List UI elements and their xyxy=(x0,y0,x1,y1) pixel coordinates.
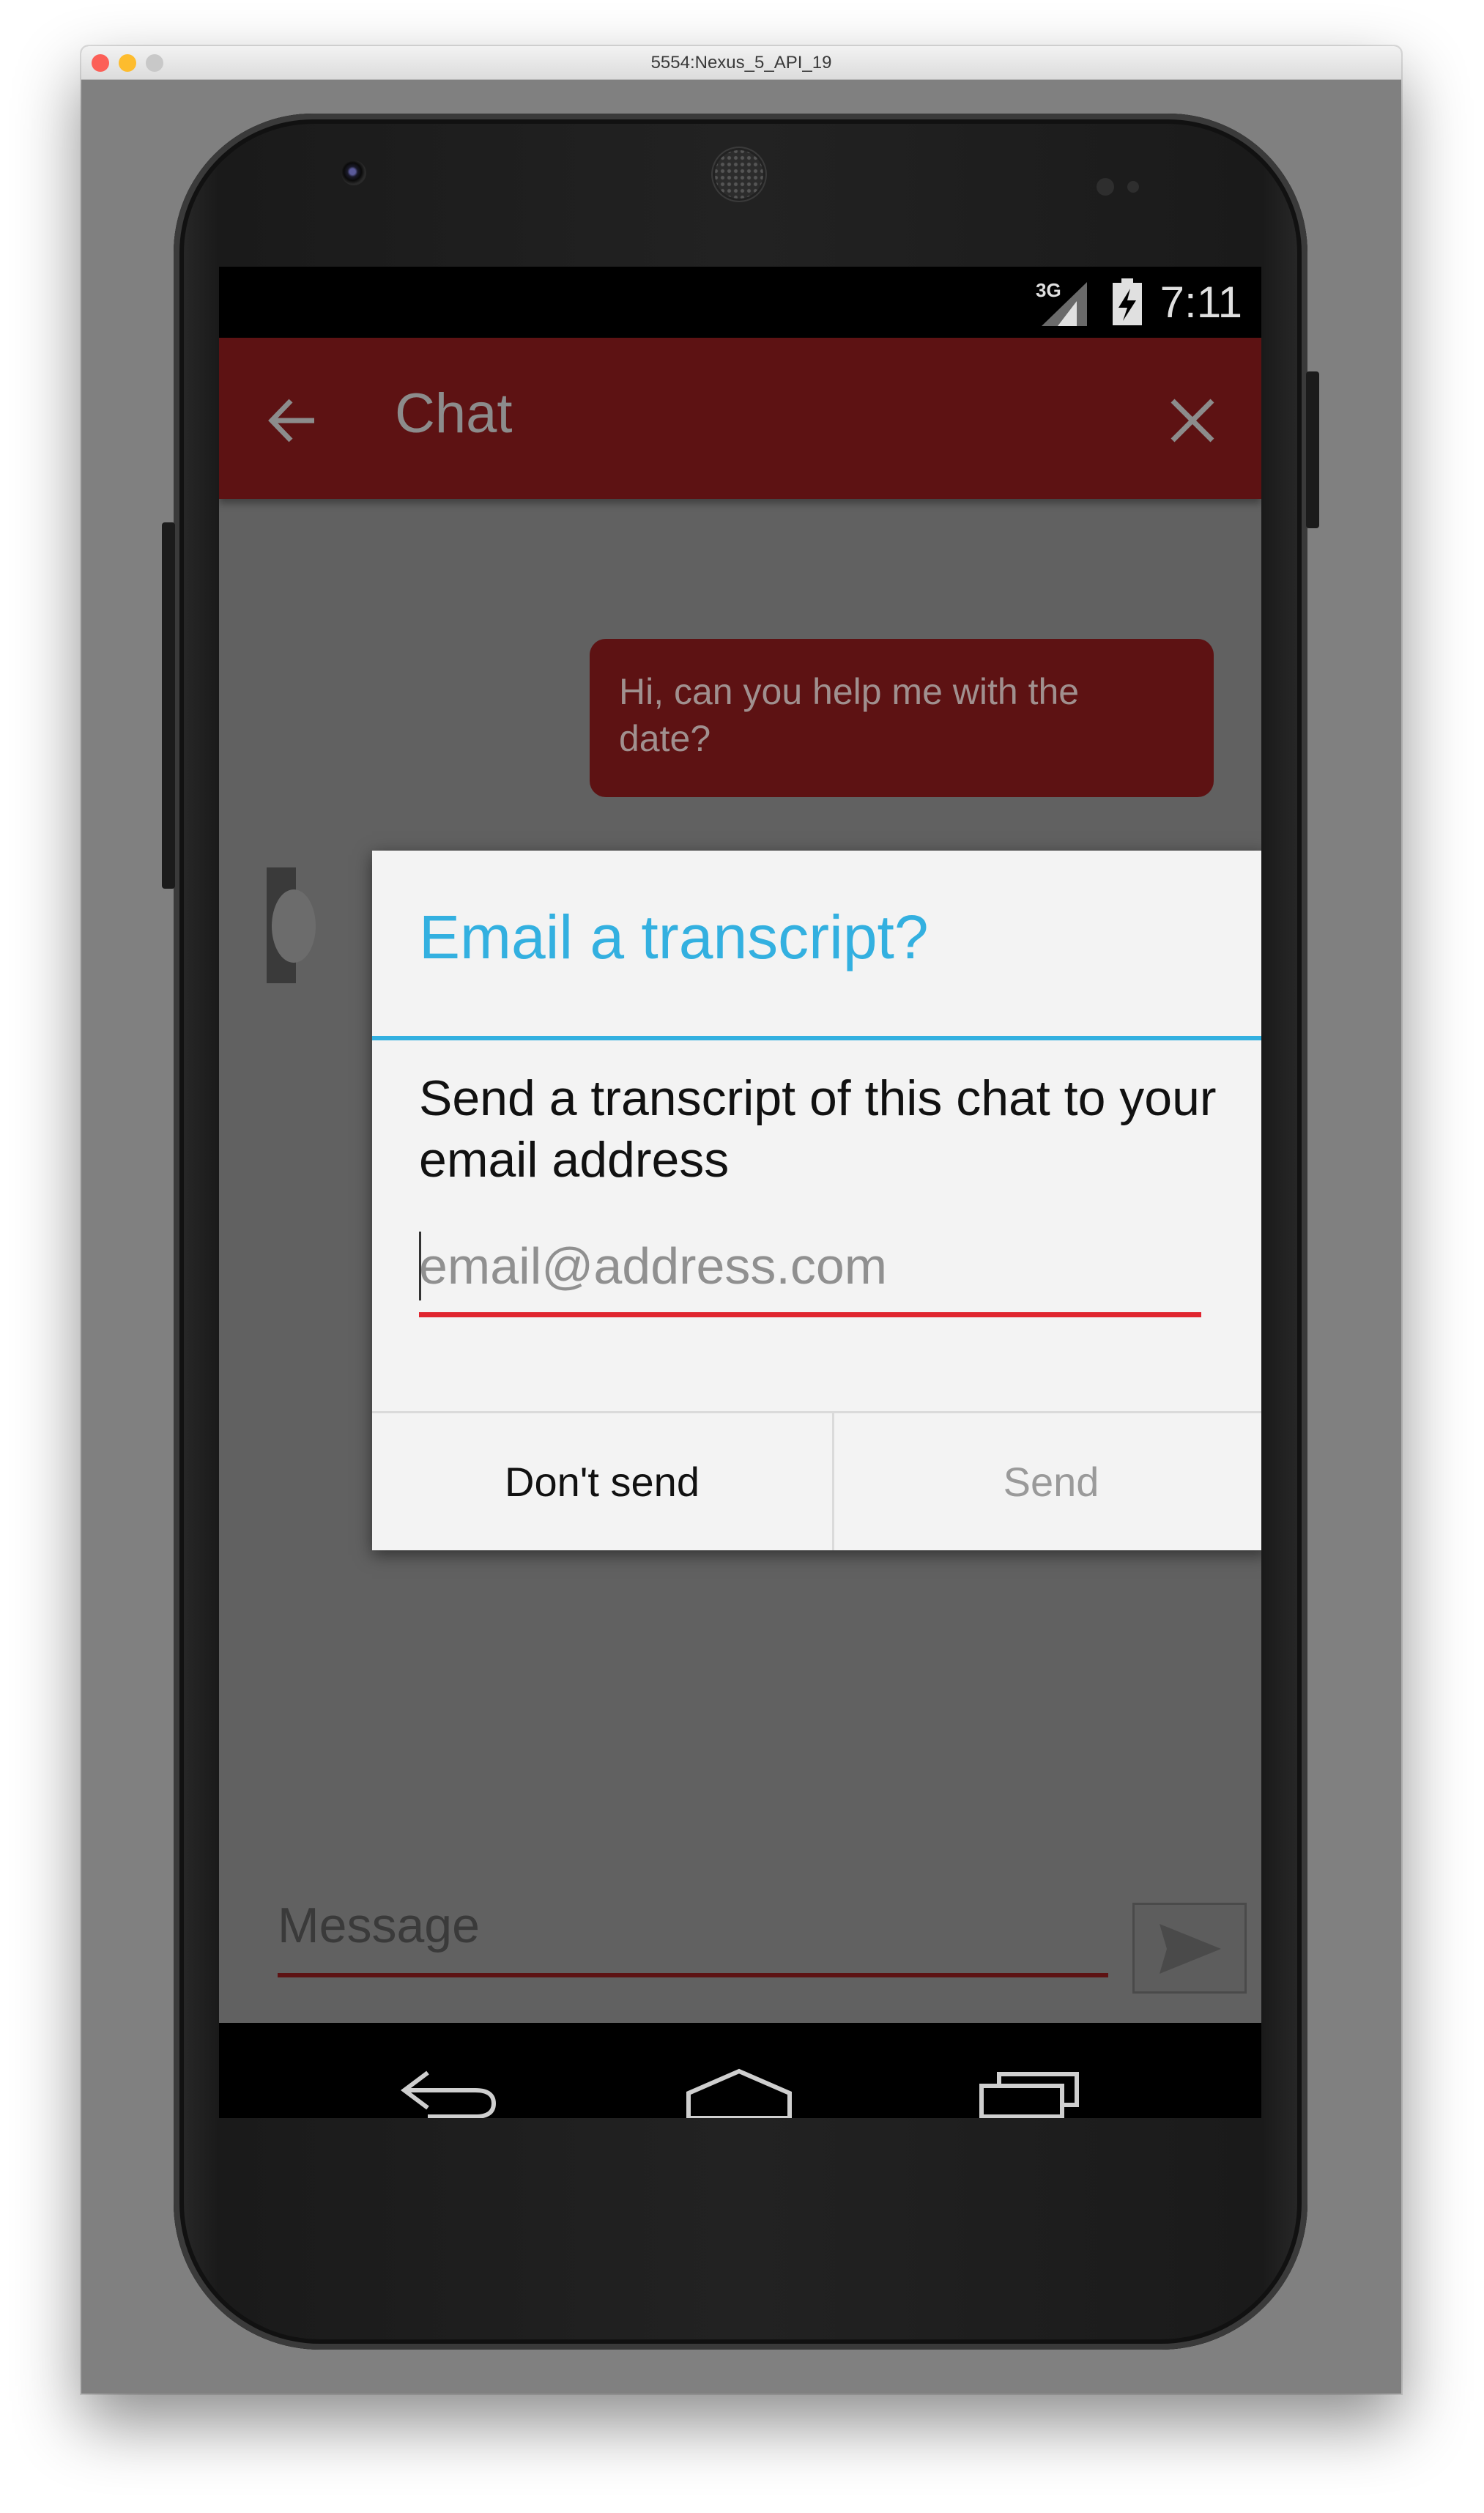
message-bubble-user: Hi, can you help me with the date? xyxy=(590,639,1214,797)
agent-avatar xyxy=(272,889,316,963)
send-message-button[interactable] xyxy=(1132,1903,1247,1994)
back-icon[interactable] xyxy=(398,2067,501,2118)
text-cursor xyxy=(419,1232,421,1300)
home-icon[interactable] xyxy=(684,2067,794,2118)
back-arrow-icon[interactable] xyxy=(266,393,320,448)
email-input[interactable] xyxy=(419,1232,1195,1300)
send-button[interactable]: Send xyxy=(834,1413,1261,1550)
email-field-underline xyxy=(419,1312,1201,1317)
send-icon xyxy=(1160,1924,1221,1974)
dialog-message: Send a transcript of this chat to your e… xyxy=(419,1070,1217,1188)
emulator-window: 5554:Nexus_5_API_19 3G 7:11 Chat Hi, can… xyxy=(81,46,1401,2394)
message-placeholder: Message xyxy=(278,1898,480,1953)
window-titlebar[interactable]: 5554:Nexus_5_API_19 xyxy=(81,46,1401,80)
network-type-label: 3G xyxy=(1036,279,1061,301)
battery-charging-icon xyxy=(1113,278,1142,325)
status-bar: 3G 7:11 xyxy=(219,267,1261,338)
app-bar: Chat xyxy=(219,338,1261,499)
email-field[interactable] xyxy=(419,1224,1201,1320)
power-button xyxy=(1306,371,1319,528)
earpiece-speaker xyxy=(713,148,765,201)
recents-icon[interactable] xyxy=(977,2068,1083,2118)
dialog-title: Email a transcript? xyxy=(419,903,929,971)
status-clock: 7:11 xyxy=(1160,278,1242,327)
light-sensor xyxy=(1127,181,1139,193)
navigation-bar xyxy=(219,2023,1261,2118)
email-transcript-dialog: Email a transcript? Send a transcript of… xyxy=(372,851,1261,1550)
dialog-title-divider xyxy=(372,1036,1261,1040)
phone-screen: 3G 7:11 Chat Hi, can you help me with th… xyxy=(219,267,1261,2118)
dont-send-button[interactable]: Don't send xyxy=(372,1413,832,1550)
message-text: Hi, can you help me with the date? xyxy=(619,671,1080,759)
front-camera xyxy=(341,160,366,185)
volume-button xyxy=(162,522,175,889)
proximity-sensor xyxy=(1097,178,1114,196)
window-title: 5554:Nexus_5_API_19 xyxy=(650,53,832,73)
close-icon[interactable] xyxy=(1167,395,1218,446)
message-input[interactable]: Message xyxy=(278,1895,1108,1983)
app-bar-title: Chat xyxy=(395,382,513,445)
message-input-underline xyxy=(278,1973,1108,1977)
signal-3g-icon: 3G xyxy=(1036,279,1087,326)
